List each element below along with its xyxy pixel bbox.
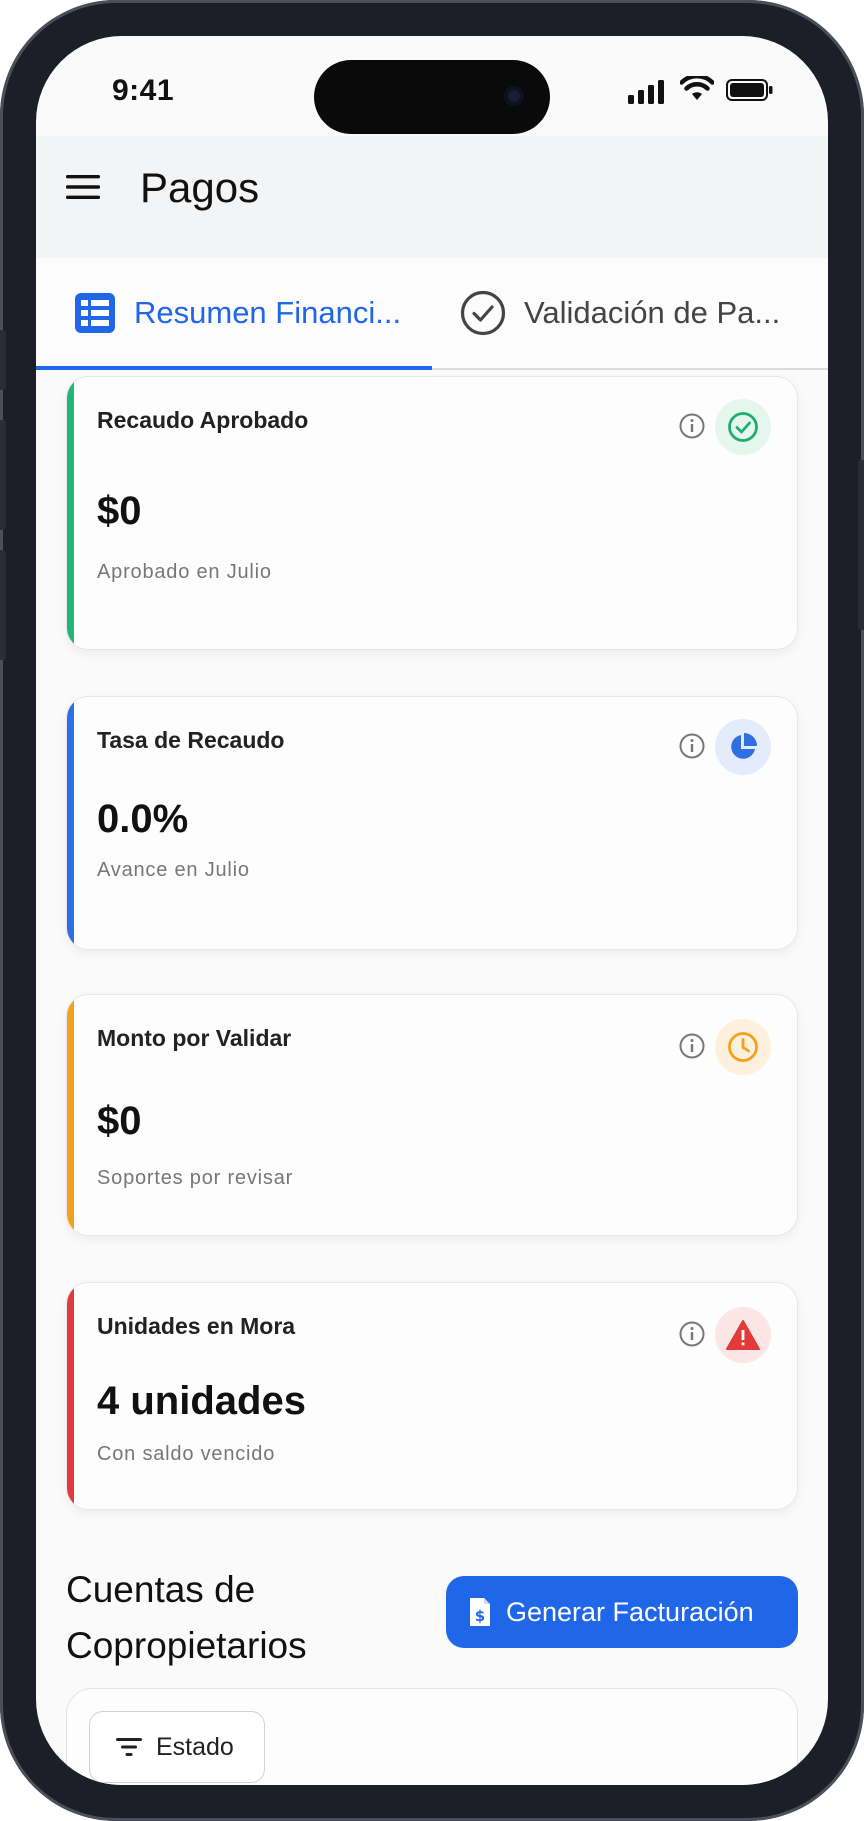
wifi-icon [680, 76, 714, 100]
generate-billing-button[interactable]: $ Generar Facturación [446, 1576, 798, 1648]
filter-icon [116, 1738, 142, 1756]
info-icon[interactable] [679, 1033, 705, 1059]
phone-screen: 9:41 Pagos Resumen Financi... Validación… [36, 36, 828, 1785]
card-label: Monto por Validar [97, 1025, 292, 1051]
card-value: $0 [97, 1099, 142, 1143]
section-title: Cuentas de Copropietarios [66, 1562, 307, 1674]
card-subtitle: Aprobado en Julio [97, 561, 272, 583]
status-badge [715, 1019, 771, 1075]
card-value: 4 unidades [97, 1379, 306, 1423]
tab-label: Resumen Financi... [134, 295, 402, 330]
status-badge [715, 1307, 771, 1363]
tab-validacion-pagos[interactable]: Validación de Pa... [460, 258, 780, 368]
card-accent-bar [67, 1283, 74, 1509]
phone-power-button [858, 460, 864, 630]
phone-side-button [0, 330, 6, 390]
status-badge [715, 399, 771, 455]
app-bar: Pagos [36, 136, 828, 258]
card-subtitle: Avance en Julio [97, 859, 250, 881]
tab-active-indicator [36, 366, 432, 370]
phone-side-button [0, 550, 6, 660]
button-label: Generar Facturación [506, 1596, 754, 1627]
status-bar: 9:41 [36, 36, 828, 136]
info-icon[interactable] [679, 1321, 705, 1347]
camera-dot [504, 86, 524, 106]
pie-chart-icon [731, 733, 757, 759]
table-icon [75, 293, 115, 333]
card-label: Unidades en Mora [97, 1313, 296, 1339]
filter-panel: Estado [66, 1688, 798, 1785]
dynamic-island [314, 60, 550, 134]
phone-side-button [0, 420, 6, 530]
status-filter-button[interactable]: Estado [89, 1711, 265, 1783]
summary-card-tasa-recaudo[interactable]: Tasa de Recaudo 0.0% Avance en Julio [66, 696, 798, 950]
status-badge [715, 719, 771, 775]
hamburger-menu-icon[interactable] [66, 174, 100, 200]
card-subtitle: Soportes por revisar [97, 1167, 294, 1189]
section-title-line: Copropietarios [66, 1625, 307, 1666]
check-circle-icon [728, 412, 758, 442]
card-accent-bar [67, 377, 74, 649]
tab-label: Validación de Pa... [524, 295, 781, 330]
card-accent-bar [67, 995, 74, 1235]
tab-resumen-financiero[interactable]: Resumen Financi... [74, 258, 401, 368]
info-icon[interactable] [679, 413, 705, 439]
card-value: $0 [97, 489, 142, 533]
card-value: 0.0% [97, 797, 189, 841]
invoice-dollar-icon: $ [470, 1598, 490, 1626]
card-accent-bar [67, 697, 74, 949]
tab-bar: Resumen Financi... Validación de Pa... [36, 258, 828, 370]
status-time: 9:41 [112, 74, 175, 107]
summary-card-monto-validar[interactable]: Monto por Validar $0 Soportes por revisa… [66, 994, 798, 1236]
summary-card-unidades-mora[interactable]: Unidades en Mora 4 unidades Con saldo ve… [66, 1282, 798, 1510]
info-icon[interactable] [679, 733, 705, 759]
page-title: Pagos [140, 164, 260, 211]
summary-card-recaudo-aprobado[interactable]: Recaudo Aprobado $0 Aprobado en Julio [66, 376, 798, 650]
warning-icon [726, 1320, 760, 1350]
filter-label: Estado [156, 1732, 234, 1761]
card-subtitle: Con saldo vencido [97, 1443, 276, 1465]
svg-text:$: $ [475, 1607, 485, 1625]
clock-icon [728, 1032, 758, 1062]
check-circle-icon [460, 290, 506, 336]
battery-icon [726, 79, 773, 101]
card-label: Tasa de Recaudo [97, 727, 285, 753]
cellular-signal-icon [628, 80, 664, 104]
card-label: Recaudo Aprobado [97, 407, 309, 433]
section-title-line: Cuentas de [66, 1569, 256, 1610]
